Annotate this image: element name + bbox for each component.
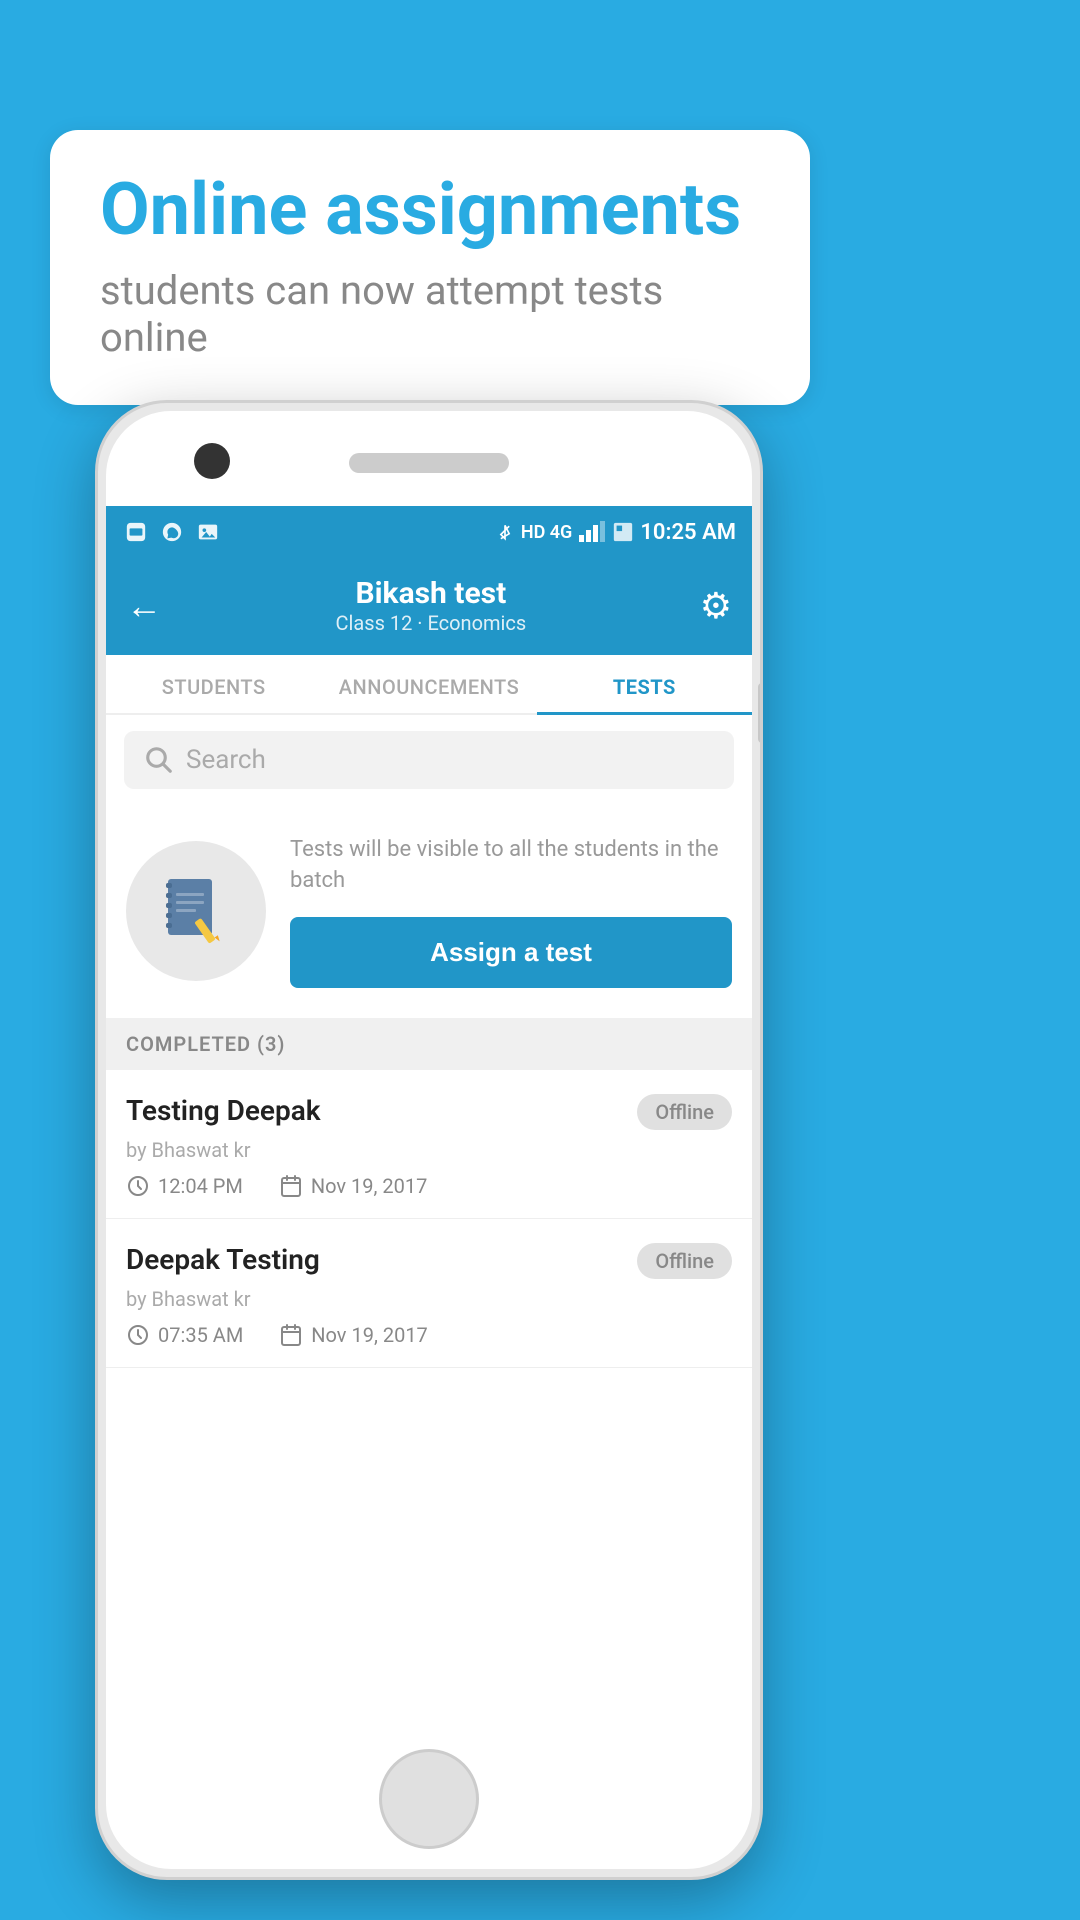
test-date: Nov 19, 2017 [279,1323,428,1347]
test-time: 12:04 PM [126,1174,243,1198]
clock-icon [126,1174,150,1198]
top-app-bar: ← Bikash test Class 12 · Economics ⚙ [106,558,752,655]
search-placeholder: Search [186,745,266,775]
speech-bubble: Online assignments students can now atte… [50,130,810,405]
test-author: by Bhaswat kr [126,1138,732,1162]
status-icons-left [122,521,222,543]
settings-icon[interactable]: ⚙ [700,585,732,627]
status-icons-right: HD 4G 10:25 AM [495,520,736,545]
phone-inner: HD 4G 10:25 AM ← [106,411,752,1869]
bluetooth-icon [495,521,515,543]
back-button[interactable]: ← [126,585,162,627]
calendar-icon [279,1174,303,1198]
notebook-icon-wrap [126,841,266,981]
side-button-right [758,683,763,743]
test-time: 07:35 AM [126,1323,243,1347]
info-description: Tests will be visible to all the student… [290,835,732,897]
class-subtitle: Class 12 · Economics [336,611,527,635]
info-section: Tests will be visible to all the student… [106,805,752,1018]
test-item-header: Testing Deepak Offline [126,1094,732,1130]
test-item[interactable]: Deepak Testing Offline by Bhaswat kr 07:… [106,1219,752,1368]
signal-icon [578,521,606,543]
phone-speaker [349,453,509,473]
offline-badge: Offline [637,1243,732,1279]
whatsapp-icon [158,521,186,543]
class-title: Bikash test [336,576,527,611]
test-item-header: Deepak Testing Offline [126,1243,732,1279]
bubble-title: Online assignments [100,170,760,249]
image-icon [194,521,222,543]
info-right: Tests will be visible to all the student… [290,835,732,988]
tab-tests[interactable]: TESTS [537,655,752,713]
clock-icon [126,1323,150,1347]
test-meta: 07:35 AM Nov 19, 2017 [126,1323,732,1347]
bubble-subtitle: students can now attempt tests online [100,267,760,361]
tab-announcements[interactable]: ANNOUNCEMENTS [321,655,536,713]
assign-test-button[interactable]: Assign a test [290,917,732,988]
tab-students[interactable]: STUDENTS [106,655,321,713]
test-title: Testing Deepak [126,1094,321,1127]
calendar-icon [279,1323,303,1347]
completed-header-text: COMPLETED (3) [126,1032,285,1056]
test-meta: 12:04 PM Nov 19, 2017 [126,1174,732,1198]
test-title: Deepak Testing [126,1243,320,1276]
top-bar-center: Bikash test Class 12 · Economics [336,576,527,635]
completed-section-header: COMPLETED (3) [106,1018,752,1070]
test-author: by Bhaswat kr [126,1287,732,1311]
test-date: Nov 19, 2017 [279,1174,428,1198]
search-icon [144,745,174,775]
phone-frame: HD 4G 10:25 AM ← [95,400,763,1880]
app-icon-1 [122,521,150,543]
phone-camera [194,443,230,479]
search-bar[interactable]: Search [124,731,734,789]
status-bar: HD 4G 10:25 AM [106,506,752,558]
search-container: Search [106,715,752,805]
test-item[interactable]: Testing Deepak Offline by Bhaswat kr 12:… [106,1070,752,1219]
screen: HD 4G 10:25 AM ← [106,506,752,1759]
phone-home-button[interactable] [379,1749,479,1849]
network-badge: HD 4G [521,522,573,543]
offline-badge: Offline [637,1094,732,1130]
tab-bar: STUDENTS ANNOUNCEMENTS TESTS [106,655,752,715]
status-time: 10:25 AM [640,520,736,545]
sim-icon [612,521,634,543]
notebook-icon [156,871,236,951]
